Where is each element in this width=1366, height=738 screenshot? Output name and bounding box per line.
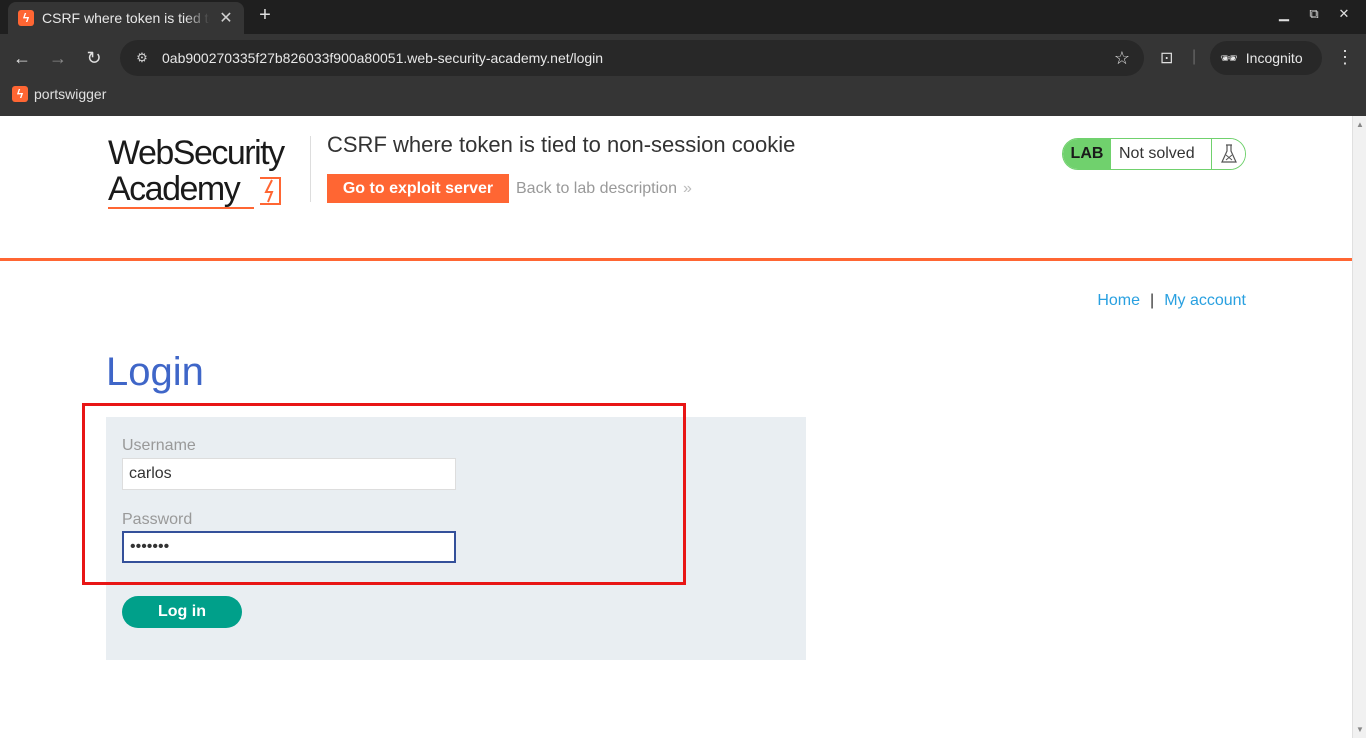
browser-tab[interactable]: ϟ CSRF where token is tied to non-sessio… bbox=[8, 2, 244, 34]
logo-text-line1: WebSecurity bbox=[108, 134, 285, 172]
scroll-up-icon[interactable]: ▲ bbox=[1356, 120, 1364, 129]
incognito-indicator[interactable]: 🕶 Incognito bbox=[1210, 41, 1322, 75]
back-link-text: Back to lab description bbox=[516, 180, 677, 197]
new-tab-button[interactable]: + bbox=[255, 4, 275, 27]
header-orange-rule bbox=[0, 258, 1352, 261]
incognito-label: Incognito bbox=[1245, 50, 1303, 66]
bookmark-star-icon[interactable]: ☆ bbox=[1114, 48, 1130, 69]
username-label: Username bbox=[122, 437, 196, 454]
lab-status-widget: LAB Not solved bbox=[1062, 138, 1246, 170]
browser-menu-icon[interactable]: ⋮ bbox=[1336, 47, 1354, 68]
lab-status-text: Not solved bbox=[1111, 139, 1211, 169]
bookmark-portswigger[interactable]: ϟ portswigger bbox=[12, 86, 106, 102]
page-scrollbar[interactable]: ▲ ▼ bbox=[1352, 116, 1366, 738]
portswigger-favicon-icon: ϟ bbox=[18, 10, 34, 26]
header-divider bbox=[310, 136, 311, 202]
password-label: Password bbox=[122, 511, 193, 528]
browser-tab-bar: ϟ CSRF where token is tied to non-sessio… bbox=[0, 0, 1366, 34]
tab-title: CSRF where token is tied to non-session … bbox=[42, 10, 210, 26]
scroll-down-icon[interactable]: ▼ bbox=[1356, 725, 1364, 734]
close-window-icon[interactable]: ✕ bbox=[1336, 6, 1352, 22]
log-in-button[interactable]: Log in bbox=[122, 596, 242, 628]
minimize-icon[interactable]: ▁ bbox=[1276, 6, 1292, 22]
address-bar[interactable]: ⚙ 0ab900270335f27b826033f900a80051.web-s… bbox=[120, 40, 1144, 76]
browser-toolbar: ← → ↻ ⚙ 0ab900270335f27b826033f900a80051… bbox=[0, 34, 1366, 82]
web-page: WebSecurity Academy CSRF where token is … bbox=[0, 116, 1352, 738]
login-form: Username Password Log in bbox=[106, 417, 806, 660]
forward-arrow-icon[interactable]: → bbox=[46, 46, 70, 70]
url-text[interactable]: 0ab900270335f27b826033f900a80051.web-sec… bbox=[162, 50, 603, 66]
double-chevron-right-icon: » bbox=[682, 180, 692, 197]
back-arrow-icon[interactable]: ← bbox=[10, 46, 34, 70]
restore-icon[interactable]: ⧉ bbox=[1306, 6, 1322, 22]
site-settings-icon[interactable]: ⚙ bbox=[134, 50, 150, 66]
bookmarks-bar: ϟ portswigger bbox=[0, 82, 1366, 116]
lab-title: CSRF where token is tied to non-session … bbox=[327, 132, 796, 157]
academy-bolt-icon bbox=[260, 177, 281, 205]
flask-icon bbox=[1211, 139, 1245, 169]
password-field[interactable] bbox=[122, 531, 456, 563]
top-nav: Home | My account bbox=[1097, 292, 1246, 310]
toolbar-divider: | bbox=[1192, 48, 1197, 65]
back-to-lab-description-link[interactable]: Back to lab description » bbox=[516, 180, 692, 198]
incognito-icon: 🕶 bbox=[1220, 49, 1238, 66]
home-link[interactable]: Home bbox=[1097, 292, 1140, 309]
go-to-exploit-server-button[interactable]: Go to exploit server bbox=[327, 174, 509, 203]
page-title: Login bbox=[106, 350, 204, 394]
logo-underline bbox=[108, 207, 254, 209]
portswigger-favicon-icon: ϟ bbox=[12, 86, 28, 102]
reload-icon[interactable]: ↻ bbox=[82, 46, 106, 70]
logo-text-line2: Academy bbox=[108, 170, 241, 208]
username-field[interactable] bbox=[122, 458, 456, 490]
search-tabs-icon[interactable]: ⊡ bbox=[1160, 48, 1173, 68]
bookmark-label: portswigger bbox=[34, 86, 107, 102]
my-account-link[interactable]: My account bbox=[1164, 292, 1246, 309]
close-tab-icon[interactable]: ✕ bbox=[218, 8, 234, 28]
nav-separator: | bbox=[1150, 292, 1155, 309]
web-security-academy-logo[interactable]: WebSecurity Academy bbox=[108, 134, 308, 212]
lab-badge: LAB bbox=[1063, 139, 1111, 169]
